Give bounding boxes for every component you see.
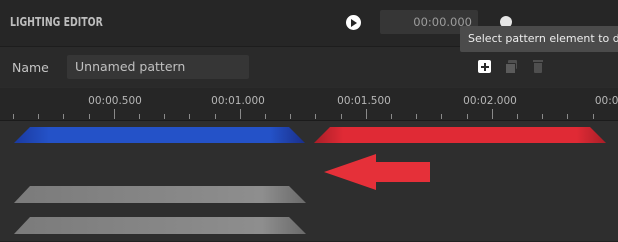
blue-pattern-block[interactable] xyxy=(14,127,305,143)
arrow-left-icon xyxy=(324,154,430,190)
timeline-elements xyxy=(14,127,606,234)
red-pattern-block[interactable] xyxy=(314,127,606,143)
gray-pattern-block[interactable] xyxy=(14,186,306,203)
gray-pattern-block[interactable] xyxy=(14,217,306,234)
